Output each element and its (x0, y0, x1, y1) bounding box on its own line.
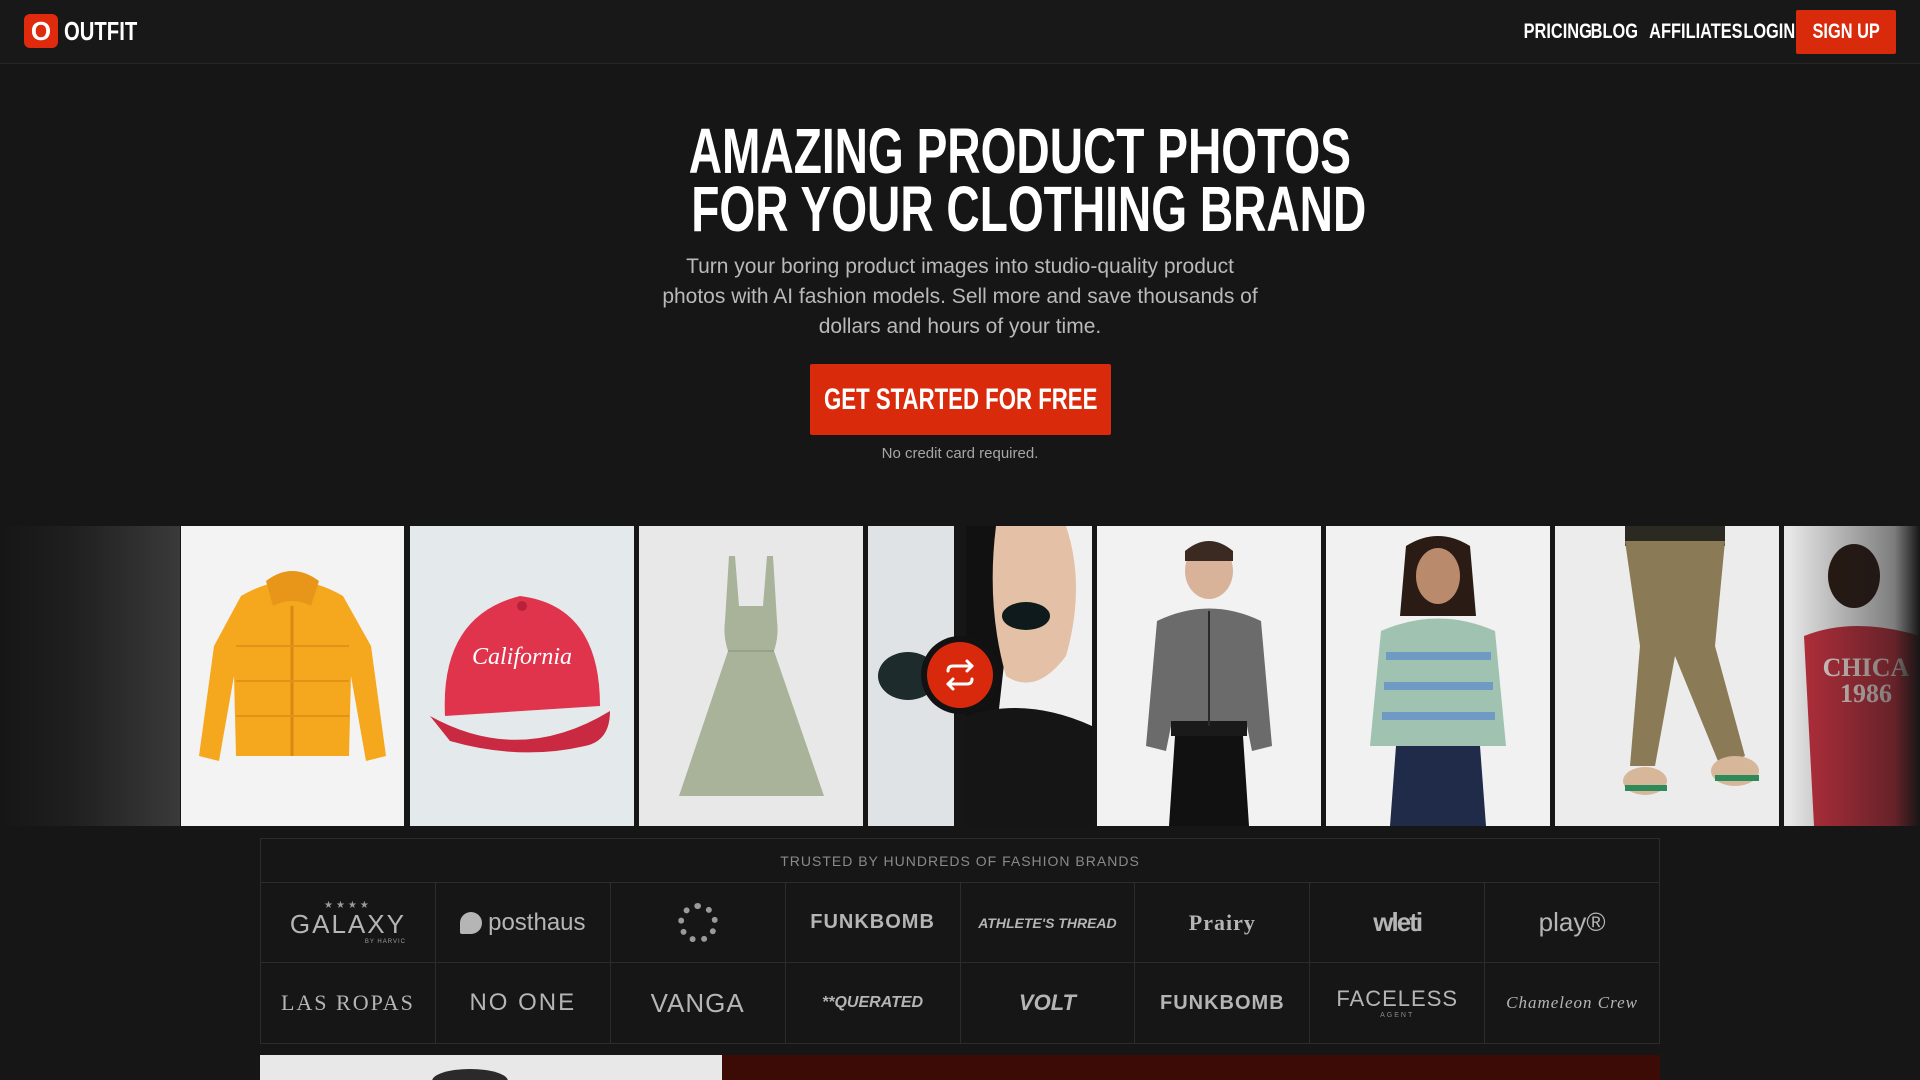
logo-mark-icon: O (24, 14, 58, 48)
nav-link-affiliates[interactable]: AFFILIATES (1636, 20, 1742, 44)
brand-row: ★★★★ GALAXY BY HARVIC posthaus FUNKBOMB … (261, 883, 1659, 963)
signup-button[interactable]: SIGN UP (1796, 10, 1896, 54)
preview-image-left (260, 1055, 722, 1080)
nav-link-pricing[interactable]: PRICING (1514, 20, 1592, 44)
preview-panel-right (722, 1055, 1660, 1080)
swap-arrows-icon (927, 642, 993, 708)
brand-row: LAS ROPAS NO ONE VANGA **QUERATED VOLT F… (261, 963, 1659, 1043)
get-started-button[interactable]: GET STARTED FOR FREE (810, 364, 1111, 435)
brand-logo-faceless: FACELESS AGENT (1310, 963, 1486, 1043)
brand-logo-vanga: VANGA (611, 963, 786, 1043)
brand-logo-chameleon-crew: Chameleon Crew (1506, 992, 1638, 1012)
brand-logo-funkbomb: FUNKBOMB (786, 883, 961, 962)
brand-logo-play: play® (1538, 907, 1606, 937)
brand-logo-emblem (611, 883, 786, 962)
no-credit-card-note: No credit card required. (881, 445, 1039, 462)
nav-links: PRICING BLOG AFFILIATES LOGIN SIGN UP (1510, 10, 1896, 54)
hero-subtitle: Turn your boring product images into stu… (662, 255, 1258, 338)
hero-title: AMAZING PRODUCT PHOTOS FOR YOUR CLOTHING… (688, 115, 1367, 245)
brand-logo-funkbomb-2: FUNKBOMB (1135, 963, 1311, 1043)
brand-logo-galaxy: ★★★★ GALAXY BY HARVIC (261, 883, 436, 962)
brand-logo[interactable]: O OUTFIT (24, 14, 158, 48)
model-photo-sweater[interactable] (1326, 526, 1550, 826)
logo-text: OUTFIT (64, 15, 138, 46)
brand-logo-volt: VOLT (961, 963, 1136, 1043)
trusted-brands-heading: TRUSTED BY HUNDREDS OF FASHION BRANDS (261, 839, 1659, 883)
brand-logo-wleti: wleti (1310, 883, 1486, 962)
brand-logo-las-ropas: LAS ROPAS (261, 963, 436, 1043)
product-photo-red-cap[interactable]: California (410, 526, 634, 826)
gallery-fade-left (0, 526, 180, 826)
brand-logo-prairy: Prairy (1135, 883, 1311, 962)
nav-link-login[interactable]: LOGIN (1736, 20, 1795, 44)
product-photo-yellow-jacket[interactable] (181, 526, 404, 826)
trusted-brands-grid: TRUSTED BY HUNDREDS OF FASHION BRANDS ★★… (260, 838, 1660, 1044)
product-photo-green-dress[interactable] (639, 526, 863, 826)
model-photo-red-hoodie[interactable]: CHICA 1986 (1784, 526, 1920, 826)
brand-logo-posthaus: posthaus (436, 883, 611, 962)
nav-link-blog[interactable]: BLOG (1584, 20, 1638, 44)
brand-logo-athletes-thread: ATHLETE'S THREAD (961, 883, 1136, 962)
top-navbar: O OUTFIT PRICING BLOG AFFILIATES LOGIN S… (0, 0, 1920, 64)
before-after-swap-button[interactable] (921, 636, 999, 714)
brand-logo-querated: **QUERATED (786, 963, 961, 1043)
model-photo-grey-jacket[interactable] (1097, 526, 1321, 826)
cap-text: California (472, 644, 572, 670)
model-photo-khaki-pants[interactable] (1555, 526, 1779, 826)
brand-logo-no-one: NO ONE (436, 963, 611, 1043)
